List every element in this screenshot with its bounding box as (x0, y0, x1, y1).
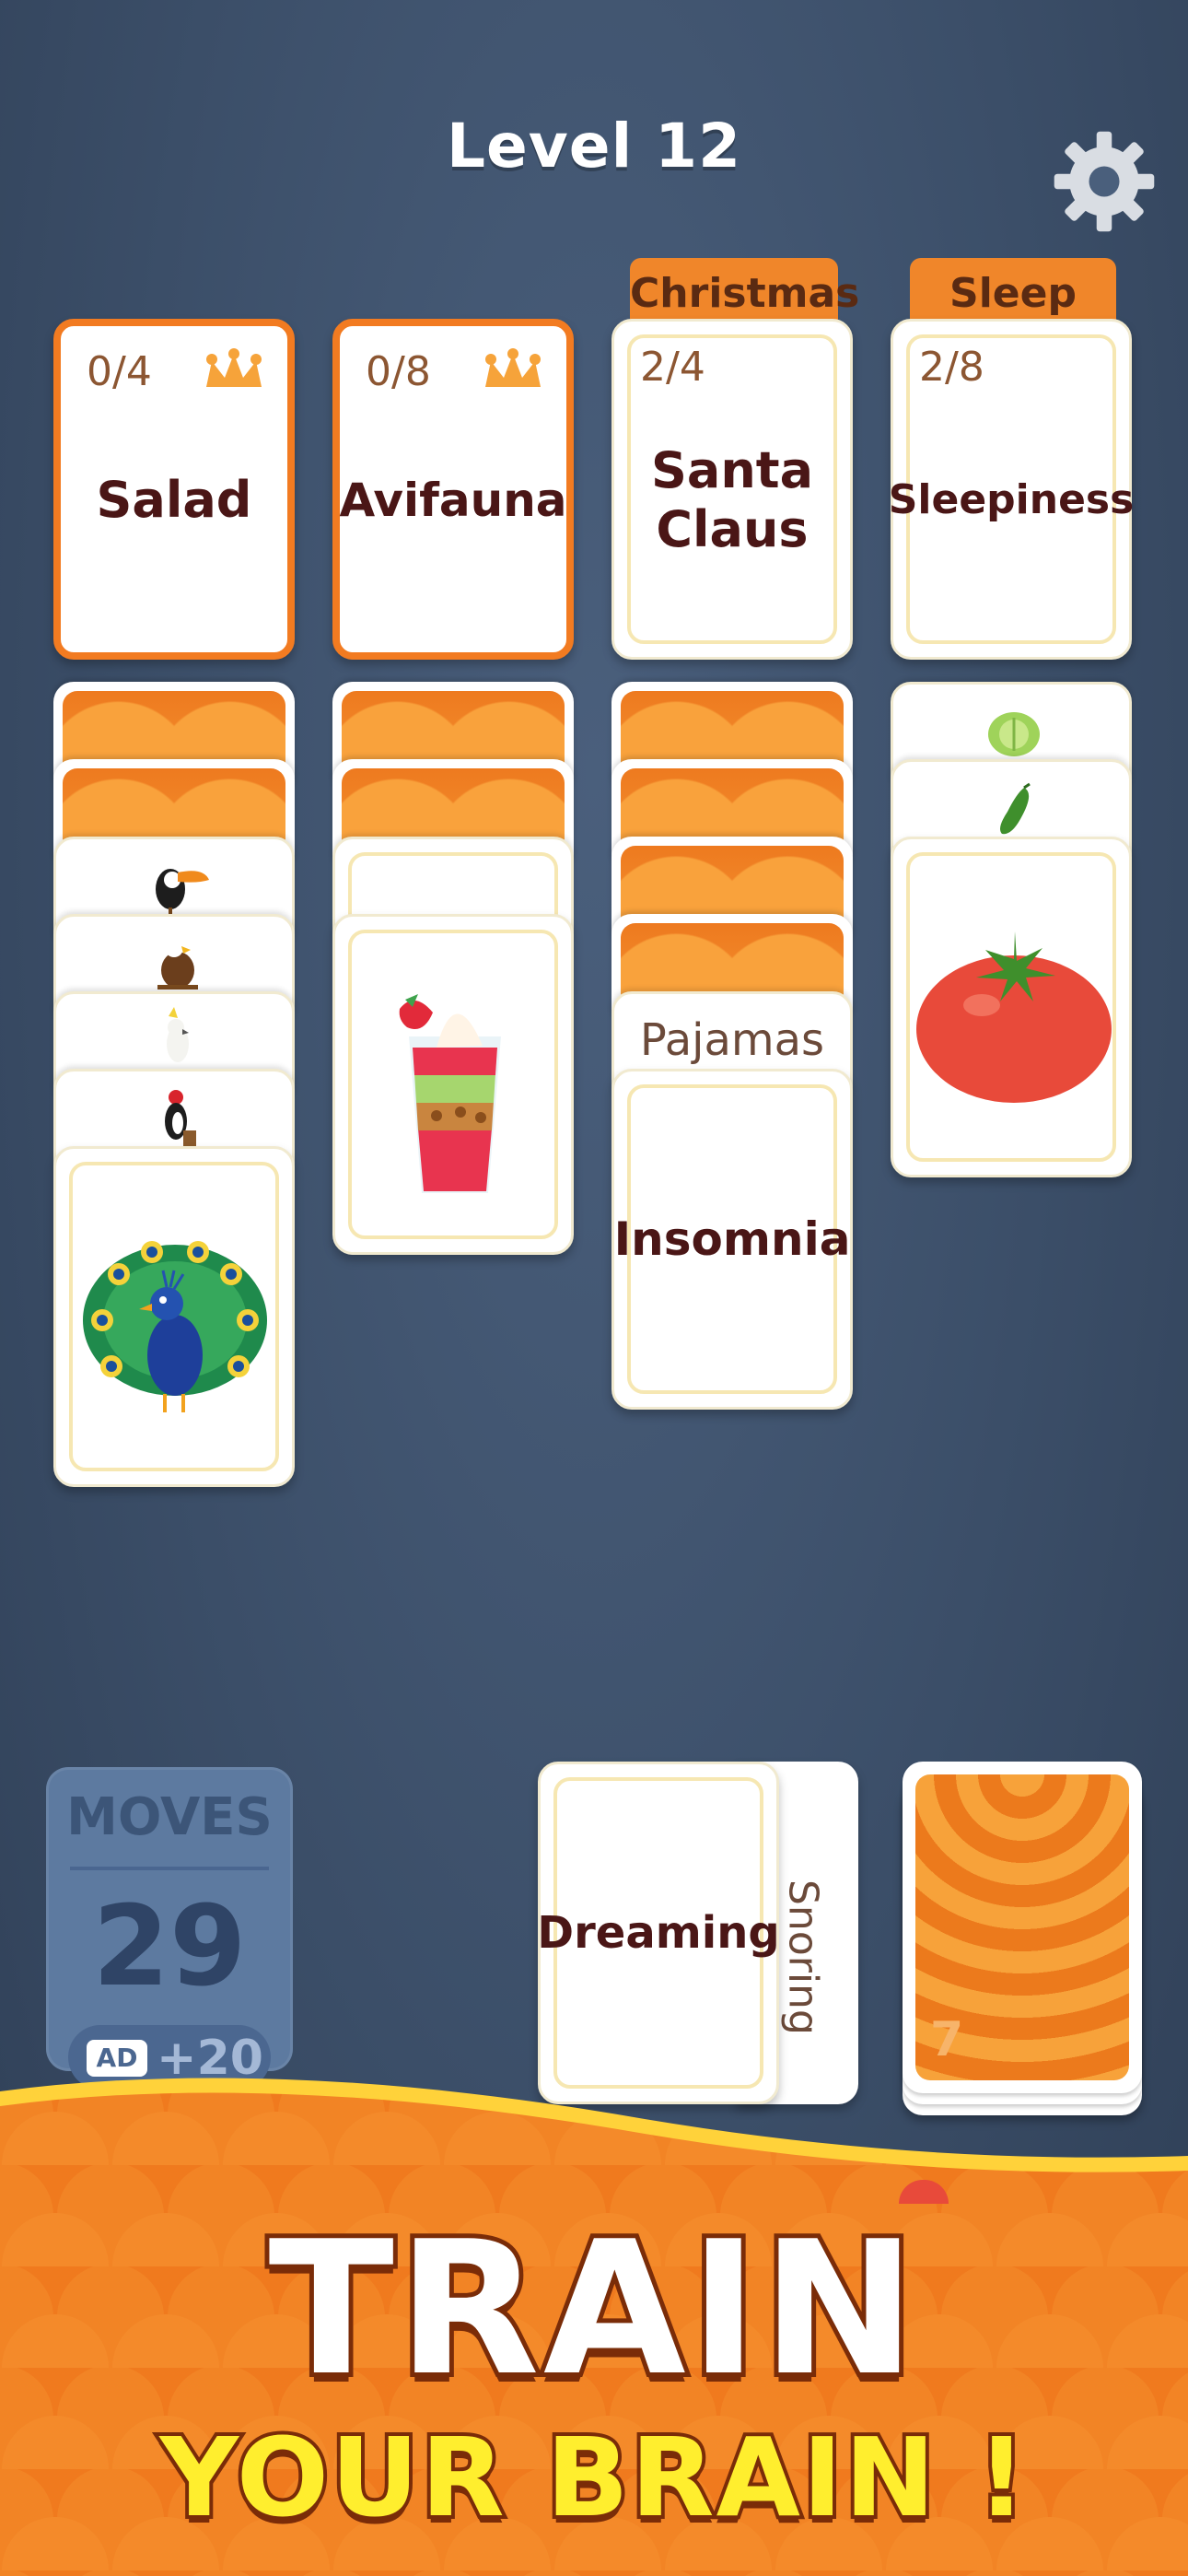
card-word: Pajamas (639, 1014, 825, 1066)
toucan-icon (156, 869, 209, 915)
veg-card-tomato[interactable] (891, 837, 1132, 1177)
moves-count: 29 (92, 1883, 247, 2011)
peacock-icon (83, 1241, 267, 1412)
promo-headline: TRAIN (263, 2197, 920, 2421)
moves-label: MOVES (66, 1787, 273, 1847)
eagle-icon (157, 939, 198, 989)
divider (70, 1867, 269, 1870)
word-card-insomnia[interactable]: Insomnia (611, 1069, 853, 1410)
cockatoo-icon (167, 1007, 189, 1062)
waste-card-dreaming[interactable]: Dreaming (537, 1762, 780, 2104)
parfait-icon (399, 994, 501, 1193)
category-title: Santa Claus (614, 322, 850, 657)
moves-panel: MOVES 29 AD +20 (46, 1767, 293, 2090)
bird-card-peacock[interactable] (53, 1146, 295, 1487)
category-card-santa-claus[interactable]: 2/4 Santa Claus (611, 319, 853, 660)
woodpecker-icon (165, 1090, 196, 1149)
category-title-text: Santa Claus (650, 441, 814, 558)
food-card-parfait[interactable] (332, 914, 574, 1255)
deck-remaining-count: 7 (930, 2012, 964, 2067)
category-title: Avifauna (339, 474, 567, 527)
lettuce-icon (988, 712, 1040, 756)
category-card-sleepiness[interactable]: 2/8 Sleepiness (888, 319, 1135, 660)
category-card-salad[interactable]: 0/4 Salad (53, 319, 295, 660)
promo-subheadline: YOUR BRAIN ! (157, 2410, 1031, 2545)
category-title: Sleepiness (888, 476, 1135, 523)
level-title: Level 12 (446, 111, 742, 181)
tomato-icon (916, 931, 1112, 1103)
category-card-avifauna[interactable]: 0/8 Avifauna (332, 319, 574, 660)
draw-deck[interactable]: 7 (903, 1762, 1142, 2115)
card-word: Snoring (779, 1879, 827, 2035)
card-word: Dreaming (537, 1907, 780, 1959)
cucumber-icon (1000, 782, 1031, 835)
card-word: Insomnia (613, 1212, 851, 1266)
settings-gear-icon[interactable] (1050, 127, 1159, 236)
category-title: Salad (96, 471, 252, 529)
